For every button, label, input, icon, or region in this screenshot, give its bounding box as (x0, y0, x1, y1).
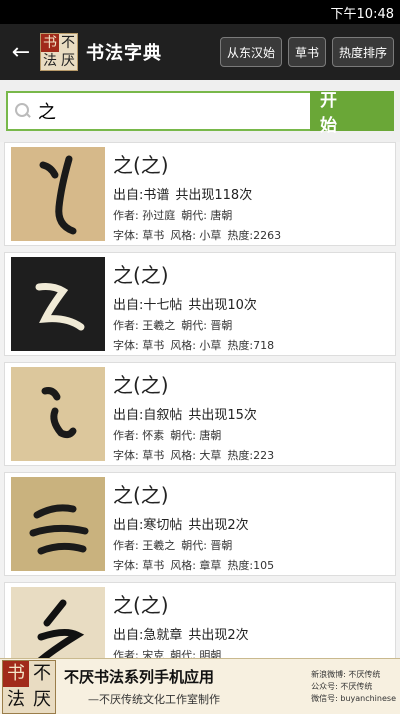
result-count: 共出现15次 (188, 408, 257, 423)
app-bar: ← 书 不 法 厌 书法字典 从东汉始 草书 热度排序 (0, 24, 400, 80)
status-time: 下午10:48 (330, 6, 394, 22)
result-source: 出自:十七帖 (113, 298, 183, 313)
calligraphy-thumbnail (11, 477, 105, 571)
calligraphy-thumbnail (11, 367, 105, 461)
search-bar: 开 始 (0, 80, 400, 142)
result-author: 作者: 王羲之 (113, 319, 176, 332)
result-source: 出自:急就章 (113, 628, 183, 643)
start-search-button[interactable]: 开 始 (310, 91, 394, 136)
banner-contact: 新浪微博: 不厌传统 公众号: 不厌传统 微信号: buyanchinese (311, 669, 396, 705)
result-card[interactable]: 之(之) 出自:书谱 共出现118次 作者: 孙过庭 朝代: 唐朝 字体: 草书 风格… (4, 142, 396, 246)
calligraphy-thumbnail (11, 587, 105, 658)
back-arrow-icon[interactable]: ← (6, 37, 36, 67)
banner-title: 不厌书法系列手机应用 (64, 668, 215, 686)
app-logo: 书 不 法 厌 (40, 33, 78, 71)
banner-weibo: 新浪微博: 不厌传统 (311, 669, 381, 679)
result-char: 之(之) (113, 153, 169, 177)
banner-logo: 书 不 法 厌 (2, 659, 56, 714)
banner-wechat-id: 微信号: buyanchinese (311, 693, 396, 703)
result-dynasty: 朝代: 晋朝 (181, 319, 233, 332)
result-count: 共出现10次 (188, 298, 257, 313)
banner-logo-char: 书 (3, 660, 29, 687)
result-source: 出自:自叙帖 (113, 408, 183, 423)
result-char: 之(之) (113, 373, 169, 397)
result-author: 作者: 宋克 (113, 649, 165, 658)
result-count: 共出现2次 (188, 518, 249, 533)
result-heat: 热度:718 (227, 339, 275, 352)
logo-char: 法 (43, 53, 57, 69)
result-count: 共出现118次 (175, 188, 253, 203)
banner-wechat-official: 公众号: 不厌传统 (311, 681, 373, 691)
calligraphy-thumbnail (11, 147, 105, 241)
result-list[interactable]: 之(之) 出自:书谱 共出现118次 作者: 孙过庭 朝代: 唐朝 字体: 草书 风格… (0, 142, 400, 658)
logo-char: 厌 (61, 53, 75, 69)
status-bar: 下午10:48 (0, 0, 400, 24)
result-font: 字体: 草书 (113, 339, 165, 352)
result-heat: 热度:2263 (227, 229, 282, 242)
result-style: 风格: 章草 (170, 559, 222, 572)
result-char: 之(之) (113, 483, 169, 507)
result-count: 共出现2次 (188, 628, 249, 643)
result-author: 作者: 怀素 (113, 429, 165, 442)
result-card[interactable]: 之(之) 出自:急就章共出现2次 作者: 宋克朝代: 明朝 字体: 草书风格: … (4, 582, 396, 658)
result-style: 风格: 大草 (170, 449, 222, 462)
result-font: 字体: 草书 (113, 229, 165, 242)
search-field[interactable] (6, 91, 310, 131)
result-dynasty: 朝代: 唐朝 (181, 209, 233, 222)
app-title: 书法字典 (86, 43, 162, 64)
banner-logo-char: 法 (7, 688, 25, 710)
sort-by-heat-button[interactable]: 热度排序 (331, 37, 394, 67)
ad-banner[interactable]: 书 不 法 厌 不厌书法系列手机应用 —不厌传统文化工作室制作 新浪微博: 不厌… (0, 658, 400, 714)
logo-char: 不 (61, 35, 75, 51)
result-style: 风格: 小草 (170, 229, 222, 242)
result-heat: 热度:105 (227, 559, 275, 572)
search-icon (14, 102, 32, 120)
result-author: 作者: 王羲之 (113, 539, 176, 552)
search-input[interactable] (36, 99, 240, 123)
result-font: 字体: 草书 (113, 449, 165, 462)
banner-logo-char: 不 (33, 662, 51, 684)
result-card[interactable]: 之(之) 出自:十七帖 共出现10次 作者: 王羲之 朝代: 晋朝 字体: 草书 风格… (4, 252, 396, 356)
result-dynasty: 朝代: 明朝 (170, 649, 222, 658)
from-eastern-han-button[interactable]: 从东汉始 (219, 37, 282, 67)
result-style: 风格: 小草 (170, 339, 222, 352)
result-source: 出自:寒切帖 (113, 518, 183, 533)
banner-logo-char: 厌 (33, 688, 51, 710)
result-card[interactable]: 之(之) 出自:寒切帖 共出现2次 作者: 王羲之 朝代: 晋朝 字体: 草书 风格:… (4, 472, 396, 576)
banner-subtitle: —不厌传统文化工作室制作 (88, 693, 220, 706)
result-source: 出自:书谱 (113, 188, 170, 203)
cursive-filter-button[interactable]: 草书 (287, 37, 326, 67)
result-char: 之(之) (113, 593, 169, 617)
calligraphy-thumbnail (11, 257, 105, 351)
result-heat: 热度:223 (227, 449, 275, 462)
result-dynasty: 朝代: 唐朝 (170, 429, 222, 442)
result-author: 作者: 孙过庭 (113, 209, 176, 222)
result-font: 字体: 草书 (113, 559, 165, 572)
result-card[interactable]: 之(之) 出自:自叙帖 共出现15次 作者: 怀素 朝代: 唐朝 字体: 草书 风格:… (4, 362, 396, 466)
result-char: 之(之) (113, 263, 169, 287)
result-dynasty: 朝代: 晋朝 (181, 539, 233, 552)
logo-char: 书 (41, 34, 59, 52)
